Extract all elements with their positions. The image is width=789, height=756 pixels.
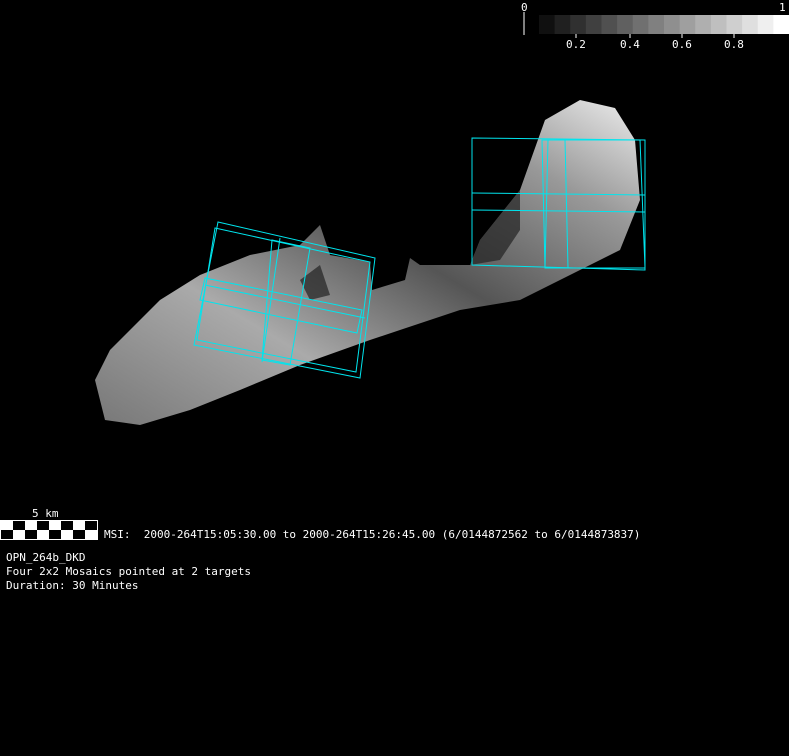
scale-bar-segment <box>73 530 85 539</box>
sequence-name: OPN_264b_DKD <box>6 551 86 564</box>
colorbar <box>523 12 789 38</box>
scale-bar-segment <box>61 521 73 530</box>
colorbar-step <box>773 15 789 34</box>
colorbar-tick-label: 0.6 <box>672 38 692 51</box>
scale-bar-label: 5 km <box>32 507 59 520</box>
colorbar-step <box>570 15 587 34</box>
msi-time-range: MSI: 2000-264T15:05:30.00 to 2000-264T15… <box>104 528 641 541</box>
colorbar-step <box>757 15 774 34</box>
scale-bar-segment <box>85 521 97 530</box>
colorbar-step <box>710 15 727 34</box>
colorbar-step <box>726 15 743 34</box>
scale-bar-segment <box>25 530 37 539</box>
colorbar-step <box>742 15 759 34</box>
scale-bar-segment <box>49 530 61 539</box>
scale-bar-segment <box>37 521 49 530</box>
colorbar-step <box>664 15 681 34</box>
colorbar-step <box>554 15 571 34</box>
colorbar-tick-label: 0.2 <box>566 38 586 51</box>
asteroid-shape <box>95 100 640 425</box>
colorbar-step <box>648 15 665 34</box>
colorbar-tick-label: 0.8 <box>724 38 744 51</box>
colorbar-min-label: 0 <box>521 1 528 14</box>
colorbar-step <box>679 15 696 34</box>
colorbar-step <box>601 15 618 34</box>
colorbar-tick-label: 0.4 <box>620 38 640 51</box>
colorbar-step <box>617 15 634 34</box>
colorbar-step <box>585 15 602 34</box>
colorbar-step <box>695 15 712 34</box>
scale-bar-segment <box>1 530 13 539</box>
colorbar-step <box>539 15 556 34</box>
asteroid-view <box>0 12 789 540</box>
sequence-description: Four 2x2 Mosaics pointed at 2 targets <box>6 565 252 578</box>
sequence-duration: Duration: 30 Minutes <box>6 579 139 592</box>
colorbar-max-label: 1 <box>779 1 786 14</box>
scale-bar <box>0 520 98 540</box>
colorbar-step <box>632 15 649 34</box>
scale-bar-segment <box>13 521 25 530</box>
